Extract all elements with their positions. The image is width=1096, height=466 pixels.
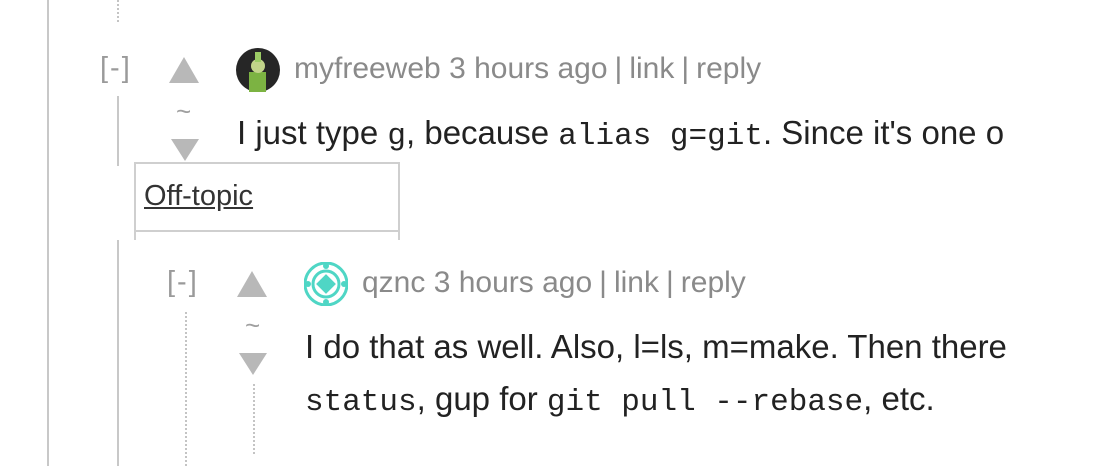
menu-divider [136,230,398,232]
thread-line-comment-2-inner [253,384,255,454]
comment-header: myfreeweb 3 hours ago | link | reply [294,52,761,86]
thread-line-comment-1-lower [117,240,119,466]
upvote-arrow-icon[interactable] [236,270,268,298]
reply-link[interactable]: reply [681,266,746,299]
permalink[interactable]: link [614,266,659,299]
vote-separator: ~ [245,310,261,340]
comment-age: 3 hours ago [449,52,608,85]
comment-text-line-1: I do that as well. Also, l=ls, m=make. T… [305,328,1007,365]
downvote-arrow-icon[interactable] [170,138,200,162]
reply-link[interactable]: reply [696,52,761,85]
geometric-avatar-icon[interactable] [304,262,348,306]
comment-text-line-2: status, gup for git pull --rebase, etc. [305,380,935,420]
thread-line-comment-1 [117,96,119,166]
separator: | [665,266,674,299]
separator: | [599,266,607,299]
vote-separator: ~ [176,96,192,126]
comment-text: I just type g, because alias g=git. Sinc… [237,114,1005,154]
thread-line-top [117,0,119,22]
thread-line-outer [47,0,49,466]
flag-menu: Off-topic [134,162,400,240]
permalink[interactable]: link [629,52,674,85]
collapse-toggle[interactable]: [-] [100,52,132,85]
menu-item-off-topic[interactable]: Off-topic [144,180,253,213]
thread-line-comment-2 [185,312,187,466]
upvote-arrow-icon[interactable] [168,56,200,84]
separator: | [614,52,623,85]
collapse-toggle[interactable]: [-] [167,266,199,299]
separator: | [681,52,690,85]
comment-age: 3 hours ago [433,266,593,299]
comment-header: qznc 3 hours ago | link | reply [362,266,746,300]
user-avatar-icon[interactable] [236,48,280,92]
username-link[interactable]: myfreeweb [294,52,441,85]
username-link[interactable]: qznc [362,266,425,299]
downvote-arrow-icon[interactable] [238,352,268,376]
